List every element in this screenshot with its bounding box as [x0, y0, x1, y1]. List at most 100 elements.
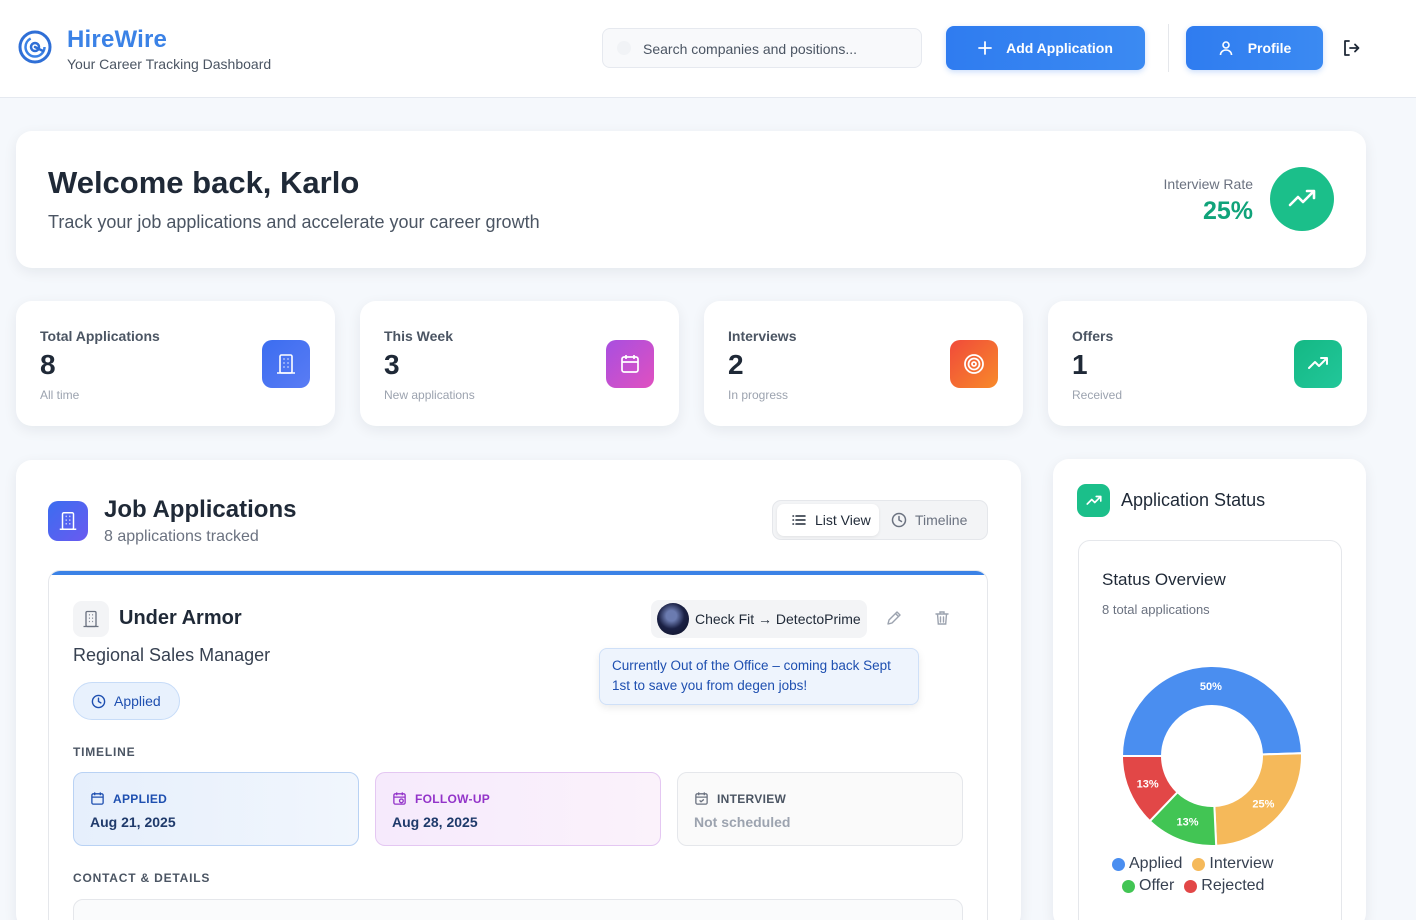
stat-card-week: This Week 3 New applications: [360, 301, 679, 426]
job-applications-title: Job Applications: [104, 496, 297, 523]
timeline-label: FOLLOW-UP: [415, 791, 491, 806]
calendar-clock-icon: [393, 792, 406, 805]
timeline-interview: INTERVIEW Not scheduled: [677, 772, 963, 846]
application-status-card: Application Status Status Overview 8 tot…: [1053, 459, 1366, 920]
add-application-button[interactable]: Add Application: [946, 26, 1145, 70]
search-placeholder: Search companies and positions...: [643, 41, 858, 57]
job-applications-card: Job Applications 8 applications tracked …: [16, 460, 1021, 920]
contact-details-box: [73, 899, 963, 920]
logout-icon[interactable]: [1340, 37, 1362, 59]
target-icon: [950, 340, 998, 388]
brand-name: HireWire: [67, 26, 168, 53]
welcome-subtitle: Track your job applications and accelera…: [48, 212, 540, 232]
timeline-label: APPLIED: [113, 791, 168, 806]
contact-section-label: CONTACT & DETAILS: [73, 871, 211, 885]
note-tooltip: Currently Out of the Office – coming bac…: [599, 648, 919, 705]
stat-sub: In progress: [728, 388, 789, 402]
check-fit-button[interactable]: Check Fit → DetectoPrime: [651, 600, 867, 638]
list-icon: [792, 515, 806, 525]
donut-label-rejected: 13%: [1137, 779, 1159, 791]
timeline-label: INTERVIEW: [717, 791, 787, 806]
trending-up-icon: [1294, 340, 1342, 388]
status-badge: Applied: [73, 682, 180, 720]
legend-swatch: [1184, 879, 1198, 893]
search-input[interactable]: Search companies and positions...: [602, 28, 922, 68]
search-icon: [617, 41, 631, 55]
legend-swatch: [1192, 857, 1206, 871]
legend-item-offer[interactable]: Offer: [1122, 877, 1174, 895]
clock-icon: [891, 512, 907, 528]
stat-card-interviews: Interviews 2 In progress: [704, 301, 1023, 426]
donut-label-interview: 25%: [1252, 799, 1274, 811]
legend-swatch: [1122, 879, 1135, 893]
interview-rate-label: Interview Rate: [1163, 176, 1253, 192]
trending-up-icon: [1270, 167, 1334, 231]
application-status-title: Application Status: [1121, 490, 1266, 510]
detectoprime-avatar: [657, 603, 689, 635]
profile-label: Profile: [1247, 40, 1292, 56]
list-view-label: List View: [815, 512, 871, 528]
timeline-applied: APPLIED Aug 21, 2025: [73, 772, 359, 846]
clock-icon: [91, 694, 106, 708]
brand-tagline: Your Career Tracking Dashboard: [67, 56, 272, 72]
status-label: Applied: [114, 693, 161, 709]
legend-label: Interview: [1209, 855, 1274, 872]
legend-item-applied[interactable]: Applied: [1112, 855, 1182, 873]
timeline-value: Aug 21, 2025: [90, 814, 176, 830]
check-fit-label: Check Fit → DetectoPrime: [695, 611, 861, 627]
stat-label: Interviews: [728, 328, 797, 344]
add-application-label: Add Application: [1006, 40, 1113, 56]
profile-button[interactable]: Profile: [1186, 26, 1323, 70]
stat-sub: All time: [40, 388, 80, 402]
stat-card-total: Total Applications 8 All time: [16, 301, 335, 426]
trash-icon[interactable]: [933, 609, 951, 627]
top-bar: HireWire Your Career Tracking Dashboard …: [0, 0, 1416, 98]
status-donut-chart: 50% 25% 13% 13%: [1120, 665, 1303, 847]
building-icon: [48, 501, 88, 541]
timeline-value: Not scheduled: [694, 814, 791, 830]
legend-item-interview[interactable]: Interview: [1192, 855, 1273, 873]
legend-swatch: [1112, 857, 1125, 871]
list-view-button[interactable]: List View: [777, 504, 879, 536]
interview-rate-value: 25%: [1202, 197, 1253, 225]
timeline-view-button[interactable]: Timeline: [891, 504, 967, 536]
legend-label: Rejected: [1201, 877, 1265, 894]
timeline-section-label: TIMELINE: [73, 745, 136, 759]
stat-label: Offers: [1072, 328, 1114, 344]
status-overview-title: Status Overview: [1102, 570, 1226, 589]
company-building-icon: [73, 601, 109, 637]
position-title: Regional Sales Manager: [73, 645, 271, 665]
donut-slice-applied[interactable]: [1120, 665, 1303, 757]
application-card[interactable]: Under Armor Regional Sales Manager Appli…: [48, 570, 988, 920]
legend-label: Applied: [1129, 855, 1183, 872]
view-toggle: List View Timeline: [772, 500, 988, 540]
welcome-card: Welcome back, Karlo Track your job appli…: [16, 131, 1366, 268]
job-applications-subtitle: 8 applications tracked: [104, 528, 259, 545]
status-overview-panel: Status Overview 8 total applications 50%…: [1078, 540, 1342, 920]
legend-item-rejected[interactable]: Rejected: [1184, 877, 1264, 895]
stat-label: Total Applications: [40, 328, 160, 344]
stat-sub: New applications: [384, 388, 475, 402]
welcome-title: Welcome back, Karlo: [48, 165, 360, 200]
stat-value: 3: [384, 349, 400, 380]
timeline-value: Aug 28, 2025: [392, 814, 478, 830]
header-divider: [1168, 24, 1169, 72]
stat-sub: Received: [1072, 388, 1123, 402]
legend-label: Offer: [1139, 877, 1175, 894]
calendar-icon: [606, 340, 654, 388]
hirewire-logo-icon: [18, 30, 52, 64]
pencil-icon[interactable]: [885, 609, 903, 627]
stat-label: This Week: [384, 328, 453, 344]
calendar-check-icon: [695, 792, 708, 805]
chart-legend: Applied Interview Offer Rejected: [1112, 855, 1332, 899]
stat-value: 2: [728, 349, 744, 380]
calendar-icon: [91, 792, 104, 805]
stat-value: 1: [1072, 349, 1088, 380]
donut-label-applied: 50%: [1200, 681, 1222, 693]
timeline-follow-up: FOLLOW-UP Aug 28, 2025: [375, 772, 661, 846]
status-overview-subtitle: 8 total applications: [1102, 602, 1210, 617]
trending-up-icon: [1077, 484, 1110, 517]
plus-icon: [978, 41, 992, 55]
timeline-view-label: Timeline: [915, 512, 968, 528]
user-icon: [1219, 41, 1233, 56]
